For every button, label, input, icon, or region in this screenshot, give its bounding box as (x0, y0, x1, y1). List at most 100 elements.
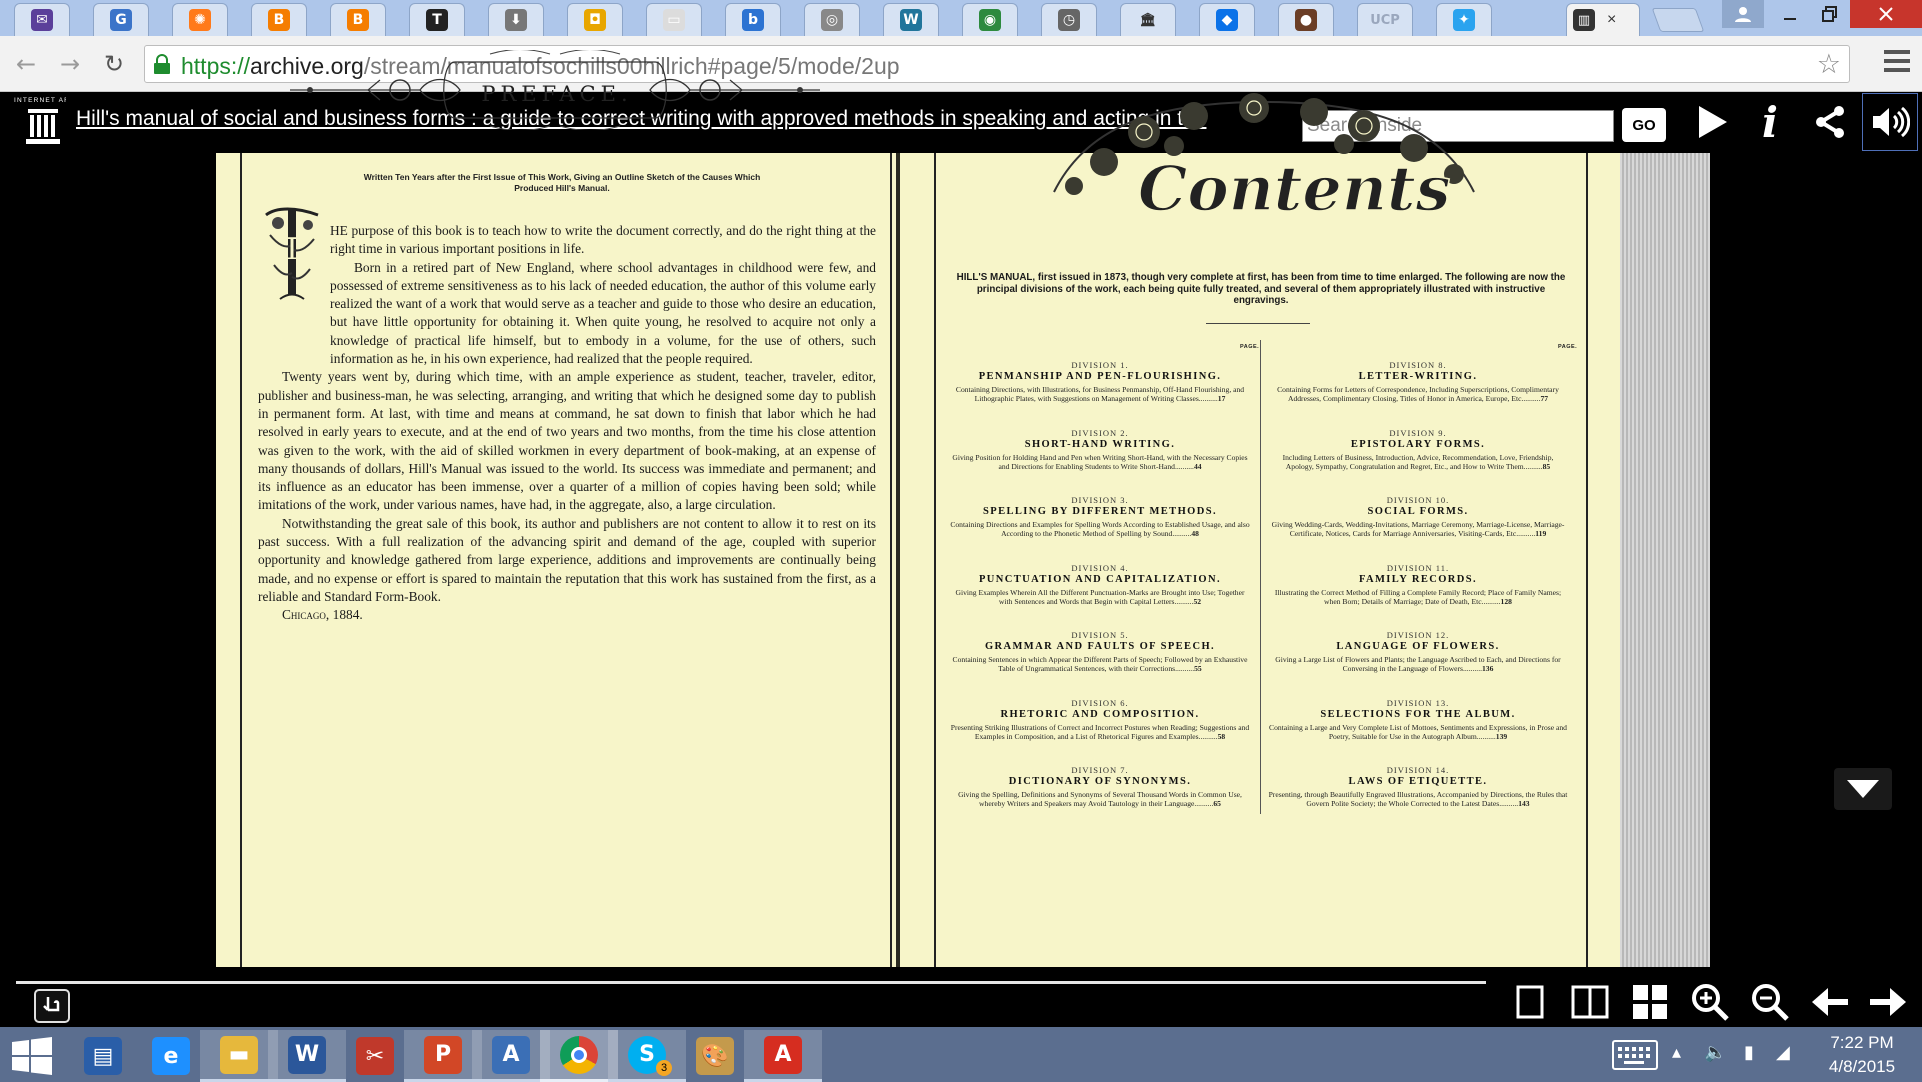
toc-page-number: 52 (1193, 596, 1202, 606)
previous-page-icon[interactable] (1808, 981, 1852, 1023)
browser-tab[interactable]: ◉ (962, 3, 1018, 36)
taskbar-app-button[interactable]: 🎨 (676, 1030, 754, 1082)
toc-division-label: DIVISION 1. (1071, 360, 1129, 370)
zoom-in-icon[interactable] (1688, 981, 1732, 1023)
two-page-view-icon[interactable] (1568, 981, 1612, 1023)
network-icon[interactable]: ◢ (1776, 1042, 1790, 1063)
taskbar-app-button[interactable]: S3 (608, 1030, 686, 1082)
taskbar-app-button[interactable]: ▬ (200, 1030, 278, 1082)
browser-tab[interactable]: B (251, 3, 307, 36)
toc-division-description: Giving a Large List of Flowers and Plant… (1275, 655, 1561, 674)
taskbar-app-button[interactable]: ▤ (64, 1030, 142, 1082)
browser-tab[interactable]: G (93, 3, 149, 36)
archive-icon: ▥ (1573, 9, 1595, 31)
scroll-down-button[interactable] (1834, 768, 1892, 810)
browser-tab[interactable]: ✺ (172, 3, 228, 36)
toc-division-description: Illustrating the Correct Method of Filli… (1274, 587, 1562, 606)
bookmark-icon: ◘ (584, 9, 606, 31)
taskbar-app-button[interactable] (540, 1030, 618, 1082)
toc-division-label: DIVISION 11. (1386, 562, 1450, 573)
browser-tab[interactable]: B (330, 3, 386, 36)
forward-button[interactable]: → (54, 48, 86, 80)
bookmark-star-icon[interactable]: ☆ (1817, 49, 1841, 80)
taskbar-app-button[interactable]: e (132, 1030, 210, 1082)
preface-paragraph-4: Notwithstanding the great sale of this b… (258, 515, 876, 604)
toc-page-number: 136 (1482, 664, 1494, 674)
user-icon (1735, 7, 1751, 22)
taskbar-app-button[interactable]: A (744, 1030, 822, 1082)
reload-icon: ↻ (103, 50, 125, 78)
thumbnail-view-icon[interactable] (1628, 981, 1672, 1023)
toc-page-number: 44 (1193, 461, 1202, 471)
share-icon[interactable] (1808, 99, 1852, 145)
clock-date[interactable]: 4/8/2015 (1812, 1057, 1912, 1077)
page-scrubber-track[interactable] (16, 981, 1486, 984)
search-go-button[interactable]: GO (1622, 108, 1666, 142)
address-book-icon: A (492, 1035, 530, 1074)
touch-keyboard-icon[interactable] (1612, 1040, 1658, 1070)
volume-icon[interactable]: 🔈 (1704, 1042, 1726, 1063)
internet-archive-logo[interactable]: INTERNET ARCHIVE (10, 95, 95, 149)
speaker-icon[interactable] (1862, 93, 1918, 151)
windows-logo-icon (12, 1037, 52, 1075)
window-minimize-button[interactable] (1770, 0, 1810, 28)
browser-tab[interactable]: ✉ (14, 3, 70, 36)
browser-tab[interactable]: W (883, 3, 939, 36)
browser-tab[interactable]: UCP (1357, 3, 1413, 36)
page-scrubber-handle[interactable] (34, 989, 70, 1023)
browser-tab[interactable]: ◆ (1199, 3, 1255, 36)
chrome-menu-icon[interactable] (1884, 50, 1910, 74)
back-button[interactable]: ← (10, 48, 42, 80)
toc-division-label: DIVISION 7. (1071, 765, 1129, 775)
taskbar-app-button[interactable]: P (404, 1030, 482, 1082)
browser-tab[interactable]: ◘ (567, 3, 623, 36)
toc-division-title: SOCIAL FORMS. (1367, 506, 1469, 517)
browser-tab[interactable]: ◎ (804, 3, 860, 36)
toc-division-description: Containing Forms for Letters of Correspo… (1277, 385, 1559, 404)
info-icon[interactable]: i (1748, 98, 1792, 147)
browser-tab[interactable]: b (725, 3, 781, 36)
taskbar-app-button[interactable]: ✂ (336, 1030, 414, 1082)
browser-tab[interactable]: T (409, 3, 465, 36)
zoom-out-icon[interactable] (1748, 981, 1792, 1023)
tab-active-internet-archive[interactable]: ▥ × (1566, 3, 1640, 36)
toc-division-description: Giving Position for Holding Hand and Pen… (952, 452, 1248, 471)
user-profile-button[interactable] (1722, 0, 1764, 28)
read-aloud-play-icon[interactable] (1690, 99, 1734, 145)
toc-page-number: 143 (1518, 799, 1530, 809)
taskbar-app-button[interactable]: A (472, 1030, 550, 1082)
show-hidden-icons-icon[interactable]: ▴ (1672, 1042, 1681, 1063)
toc-division-label: DIVISION 10. (1386, 495, 1450, 505)
window-close-button[interactable] (1850, 0, 1922, 28)
toc-division-title: PENMANSHIP AND PEN-FLOURISHING. (978, 371, 1222, 382)
clock-time[interactable]: 7:22 PM (1812, 1033, 1912, 1053)
toc-division-label: DIVISION 8. (1389, 360, 1447, 370)
tab-close-icon[interactable]: × (1607, 11, 1616, 29)
single-page-view-icon[interactable] (1508, 981, 1552, 1023)
new-tab-button[interactable] (1651, 8, 1705, 32)
book-nav-bar (0, 967, 1922, 1027)
browser-tab[interactable]: ● (1278, 3, 1334, 36)
ucp-icon: UCP (1370, 12, 1400, 28)
reload-button[interactable]: ↻ (98, 48, 130, 80)
close-icon (1879, 7, 1893, 21)
toc-entry: DIVISION 8. LETTER-WRITING. Containing For… (1268, 358, 1568, 426)
globe-icon: ◉ (979, 9, 1001, 31)
browser-tab[interactable]: ✦ (1436, 3, 1492, 36)
browser-tab[interactable]: ⬇ (488, 3, 544, 36)
browser-toolbar: ← → ↻ https://archive.org/stream/manualo… (0, 36, 1922, 92)
preface-paragraph-2: Born in a retired part of New England, w… (330, 259, 876, 367)
taskbar-app-button[interactable]: W (268, 1030, 346, 1082)
toc-division-label: DIVISION 6. (1071, 697, 1129, 708)
browser-tab[interactable]: ◷ (1041, 3, 1097, 36)
battery-icon[interactable]: ▮ (1744, 1042, 1754, 1063)
next-page-icon[interactable] (1866, 981, 1910, 1023)
window-restore-button[interactable] (1810, 0, 1850, 28)
toc-page-number: 65 (1213, 799, 1221, 809)
right-page-border-right (1586, 153, 1588, 967)
toc-division-description: Including Letters of Business, Introduct… (1282, 452, 1554, 471)
start-button[interactable] (10, 1036, 54, 1076)
browser-tab[interactable]: ▭ (646, 3, 702, 36)
browser-tab[interactable]: 🏛 (1120, 3, 1176, 36)
toc-division-title: SHORT-HAND WRITING. (1024, 438, 1176, 450)
